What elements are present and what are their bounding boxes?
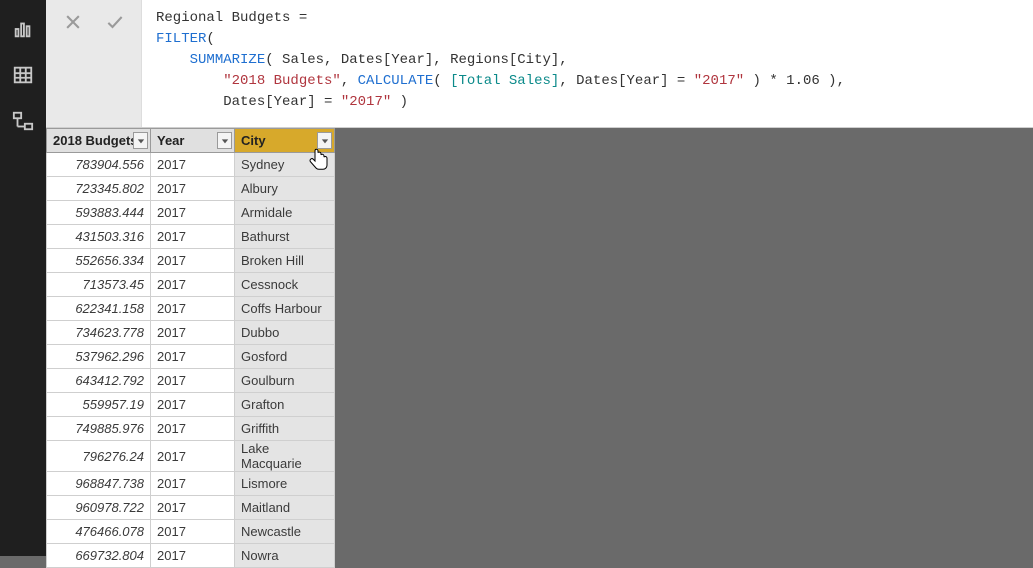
- cell-city[interactable]: Broken Hill: [235, 249, 335, 273]
- report-view-icon[interactable]: [0, 6, 46, 52]
- cell-budget[interactable]: 968847.738: [47, 472, 151, 496]
- column-menu-budget[interactable]: [133, 132, 148, 149]
- formula-kw-calculate: CALCULATE: [358, 73, 434, 89]
- table-row[interactable]: 559957.192017Grafton: [47, 393, 335, 417]
- table-row[interactable]: 796276.242017Lake Macquarie: [47, 441, 335, 472]
- table-row[interactable]: 476466.0782017Newcastle: [47, 520, 335, 544]
- column-header-year[interactable]: Year: [151, 129, 235, 153]
- table-row[interactable]: 552656.3342017Broken Hill: [47, 249, 335, 273]
- cell-city[interactable]: Newcastle: [235, 520, 335, 544]
- table-row[interactable]: 537962.2962017Gosford: [47, 345, 335, 369]
- cell-budget[interactable]: 431503.316: [47, 225, 151, 249]
- cell-city[interactable]: Maitland: [235, 496, 335, 520]
- cell-budget[interactable]: 593883.444: [47, 201, 151, 225]
- table-row[interactable]: 622341.1582017Coffs Harbour: [47, 297, 335, 321]
- data-view-icon[interactable]: [0, 52, 46, 98]
- table-row[interactable]: 431503.3162017Bathurst: [47, 225, 335, 249]
- formula-kw-summarize: SUMMARIZE: [190, 52, 266, 68]
- cell-city[interactable]: Grafton: [235, 393, 335, 417]
- data-table-container: 2018 Budgets Year City: [46, 128, 335, 568]
- cell-budget[interactable]: 796276.24: [47, 441, 151, 472]
- cell-year[interactable]: 2017: [151, 520, 235, 544]
- table-row[interactable]: 723345.8022017Albury: [47, 177, 335, 201]
- cell-year[interactable]: 2017: [151, 177, 235, 201]
- cell-budget[interactable]: 734623.778: [47, 321, 151, 345]
- formula-controls: [46, 0, 142, 127]
- cell-city[interactable]: Gosford: [235, 345, 335, 369]
- cell-city[interactable]: Lismore: [235, 472, 335, 496]
- table-row[interactable]: 713573.452017Cessnock: [47, 273, 335, 297]
- table-row[interactable]: 593883.4442017Armidale: [47, 201, 335, 225]
- cell-year[interactable]: 2017: [151, 297, 235, 321]
- cell-year[interactable]: 2017: [151, 321, 235, 345]
- column-menu-city[interactable]: [317, 132, 332, 149]
- cell-budget[interactable]: 559957.19: [47, 393, 151, 417]
- column-menu-year[interactable]: [217, 132, 232, 149]
- formula-kw-filter: FILTER: [156, 31, 206, 47]
- cell-year[interactable]: 2017: [151, 273, 235, 297]
- table-row[interactable]: 734623.7782017Dubbo: [47, 321, 335, 345]
- cell-city[interactable]: Coffs Harbour: [235, 297, 335, 321]
- model-view-icon[interactable]: [0, 98, 46, 144]
- cell-year[interactable]: 2017: [151, 393, 235, 417]
- table-row[interactable]: 960978.7222017Maitland: [47, 496, 335, 520]
- commit-formula-button[interactable]: [101, 8, 129, 36]
- cell-budget[interactable]: 749885.976: [47, 417, 151, 441]
- formula-editor[interactable]: Regional Budgets = FILTER( SUMMARIZE( Sa…: [142, 0, 1033, 127]
- cell-budget[interactable]: 643412.792: [47, 369, 151, 393]
- cell-budget[interactable]: 622341.158: [47, 297, 151, 321]
- cancel-formula-button[interactable]: [59, 8, 87, 36]
- canvas-area: 2018 Budgets Year City: [46, 128, 1033, 556]
- cell-city[interactable]: Bathurst: [235, 225, 335, 249]
- cell-budget[interactable]: 713573.45: [47, 273, 151, 297]
- table-row[interactable]: 783904.5562017Sydney: [47, 153, 335, 177]
- cell-budget[interactable]: 960978.722: [47, 496, 151, 520]
- table-row[interactable]: 968847.7382017Lismore: [47, 472, 335, 496]
- cell-budget[interactable]: 537962.296: [47, 345, 151, 369]
- table-row[interactable]: 749885.9762017Griffith: [47, 417, 335, 441]
- cell-city[interactable]: Dubbo: [235, 321, 335, 345]
- cell-year[interactable]: 2017: [151, 201, 235, 225]
- cell-city[interactable]: Cessnock: [235, 273, 335, 297]
- cell-year[interactable]: 2017: [151, 369, 235, 393]
- cell-city[interactable]: Lake Macquarie: [235, 441, 335, 472]
- cell-year[interactable]: 2017: [151, 472, 235, 496]
- cell-year[interactable]: 2017: [151, 345, 235, 369]
- cell-city[interactable]: Griffith: [235, 417, 335, 441]
- data-table: 2018 Budgets Year City: [46, 128, 335, 568]
- formula-line1: Regional Budgets =: [156, 10, 307, 26]
- left-nav: [0, 0, 46, 556]
- column-header-city[interactable]: City: [235, 129, 335, 153]
- cell-city[interactable]: Albury: [235, 177, 335, 201]
- formula-bar: Regional Budgets = FILTER( SUMMARIZE( Sa…: [46, 0, 1033, 128]
- cell-year[interactable]: 2017: [151, 225, 235, 249]
- column-header-budget[interactable]: 2018 Budgets: [47, 129, 151, 153]
- cell-year[interactable]: 2017: [151, 417, 235, 441]
- cell-year[interactable]: 2017: [151, 496, 235, 520]
- cell-budget[interactable]: 476466.078: [47, 520, 151, 544]
- cell-city[interactable]: Sydney: [235, 153, 335, 177]
- cell-budget[interactable]: 783904.556: [47, 153, 151, 177]
- cell-budget[interactable]: 552656.334: [47, 249, 151, 273]
- cell-year[interactable]: 2017: [151, 249, 235, 273]
- cell-year[interactable]: 2017: [151, 153, 235, 177]
- cell-city[interactable]: Armidale: [235, 201, 335, 225]
- cell-year[interactable]: 2017: [151, 441, 235, 472]
- content-area: Regional Budgets = FILTER( SUMMARIZE( Sa…: [46, 0, 1033, 556]
- cell-city[interactable]: Goulburn: [235, 369, 335, 393]
- table-row[interactable]: 643412.7922017Goulburn: [47, 369, 335, 393]
- cell-budget[interactable]: 723345.802: [47, 177, 151, 201]
